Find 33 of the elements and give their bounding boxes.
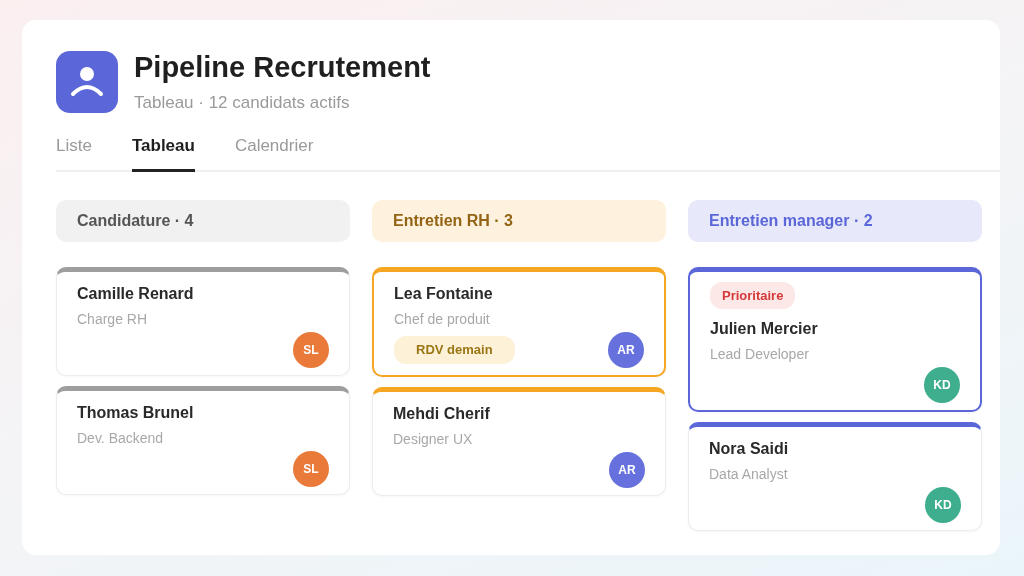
view-tab[interactable]: Tableau: [131, 133, 195, 172]
recruiter-avatar: AR: [609, 451, 645, 488]
page-subtitle: Tableau · 12 candidats actifs: [134, 91, 351, 114]
recruiter-avatar: KD: [925, 487, 961, 524]
recruiter-avatar: SL: [293, 450, 329, 487]
candidate-role: Dev. Backend: [77, 428, 165, 448]
candidate-role: Data Analyst: [709, 465, 789, 485]
candidate-card[interactable]: Lea Fontaine Chef de produit RDV demain AR: [372, 266, 666, 377]
recruiter-avatar: SL: [293, 331, 329, 368]
status-tag: Prioritaire: [710, 281, 796, 310]
candidate-role: Chef de produit: [394, 309, 491, 329]
candidate-role: Charge RH: [77, 309, 149, 329]
candidate-name: Mehdi Cherif: [393, 403, 491, 424]
app-logo-icon: [56, 50, 118, 113]
candidate-card[interactable]: Nora Saidi Data Analyst KD: [688, 422, 982, 532]
column-header: Entretien RH · 3: [372, 199, 666, 242]
candidate-role: Lead Developer: [710, 345, 810, 365]
candidate-name: Camille Renard: [77, 283, 195, 304]
status-tag: RDV demain: [394, 336, 515, 364]
candidate-card[interactable]: Mehdi Cherif Designer UX AR: [372, 386, 666, 496]
candidate-name: Lea Fontaine: [394, 283, 494, 304]
candidate-name: Thomas Brunel: [77, 402, 195, 423]
candidate-role: Designer UX: [393, 429, 474, 449]
column-header: Entretien manager · 2: [688, 199, 982, 242]
candidate-name: Julien Mercier: [710, 319, 819, 340]
candidate-name: Nora Saidi: [709, 439, 790, 460]
column-header: Candidature · 4: [56, 199, 350, 242]
candidate-card[interactable]: Camille Renard Charge RH SL: [56, 266, 350, 376]
candidate-card[interactable]: Prioritaire Julien Mercier Lead Developer KD: [688, 266, 982, 413]
candidate-card[interactable]: Thomas Brunel Dev. Backend SL: [56, 385, 350, 495]
page-title: Pipeline Recrutement: [134, 52, 431, 84]
recruiter-avatar: KD: [924, 367, 960, 404]
recruiter-avatar: AR: [608, 331, 644, 368]
